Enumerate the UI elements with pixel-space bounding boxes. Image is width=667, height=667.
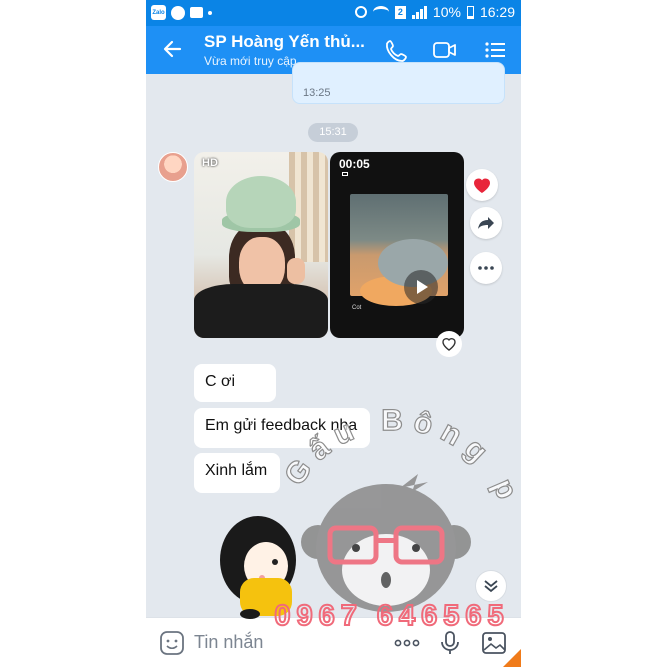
time-divider: 15:31 bbox=[308, 123, 358, 142]
video-duration: 00:05 bbox=[339, 157, 370, 171]
incoming-message[interactable]: Em gửi feedback nha bbox=[194, 408, 370, 448]
signal-icon bbox=[411, 5, 427, 19]
sim-icon: 2 bbox=[394, 5, 406, 19]
video-caption: Cot bbox=[352, 305, 362, 311]
video-call-icon[interactable] bbox=[432, 38, 458, 62]
more-dots-icon[interactable] bbox=[392, 630, 422, 656]
dot-icon bbox=[208, 10, 212, 15]
clock: 16:29 bbox=[479, 4, 515, 20]
more-dots-icon bbox=[478, 266, 494, 270]
zalo-icon: Zalo bbox=[151, 5, 166, 20]
message-input[interactable]: Tin nhắn bbox=[194, 632, 263, 653]
message-composer: Tin nhắn bbox=[146, 617, 521, 667]
battery-percent: 10% bbox=[432, 4, 461, 20]
incoming-message[interactable]: Xinh lắm bbox=[194, 453, 280, 493]
outgoing-message[interactable]: 13:25 bbox=[292, 62, 505, 104]
incoming-message[interactable]: C ơi bbox=[194, 364, 276, 402]
back-arrow-icon[interactable] bbox=[160, 36, 186, 62]
online-status: Vừa mới truy cập bbox=[204, 54, 297, 68]
microphone-icon[interactable] bbox=[438, 630, 462, 656]
contact-name[interactable]: SP Hoàng Yến thủ... bbox=[204, 32, 365, 52]
scroll-down-button[interactable] bbox=[475, 570, 507, 602]
video-thumbnail bbox=[350, 194, 448, 306]
battery-icon bbox=[466, 5, 474, 19]
chat-icon bbox=[190, 7, 203, 18]
double-chevron-down-icon bbox=[484, 580, 498, 593]
more-options-button[interactable] bbox=[470, 252, 502, 284]
react-button[interactable] bbox=[436, 331, 462, 357]
avatar[interactable] bbox=[158, 152, 188, 182]
heart-outline-icon bbox=[442, 338, 456, 351]
messenger-icon bbox=[171, 5, 185, 20]
outgoing-message-text-cut bbox=[303, 63, 503, 73]
hd-badge: HD bbox=[202, 157, 218, 169]
heart-reaction-button[interactable] bbox=[466, 169, 498, 201]
phone-screen: Zalo 2 10% 16:29 SP Hoàng Yến thủ... Vừa… bbox=[146, 0, 521, 667]
forward-button[interactable] bbox=[470, 207, 502, 239]
menu-list-icon[interactable] bbox=[482, 38, 508, 62]
octopus-plush-image bbox=[226, 176, 296, 228]
sticker-icon[interactable] bbox=[158, 630, 186, 656]
wifi-icon bbox=[372, 6, 389, 18]
play-icon[interactable] bbox=[404, 270, 438, 304]
video-attachment[interactable]: 00:05 Cot bbox=[330, 152, 464, 338]
status-bar: Zalo 2 10% 16:29 bbox=[146, 0, 521, 26]
message-time: 13:25 bbox=[303, 87, 331, 99]
photo-attachment[interactable]: HD bbox=[194, 152, 328, 338]
share-arrow-icon bbox=[478, 217, 494, 229]
alarm-icon bbox=[354, 6, 367, 18]
phone-call-icon[interactable] bbox=[384, 38, 410, 62]
heart-icon bbox=[474, 178, 490, 193]
corner-badge-icon bbox=[503, 649, 521, 667]
video-camera-icon bbox=[342, 172, 348, 176]
